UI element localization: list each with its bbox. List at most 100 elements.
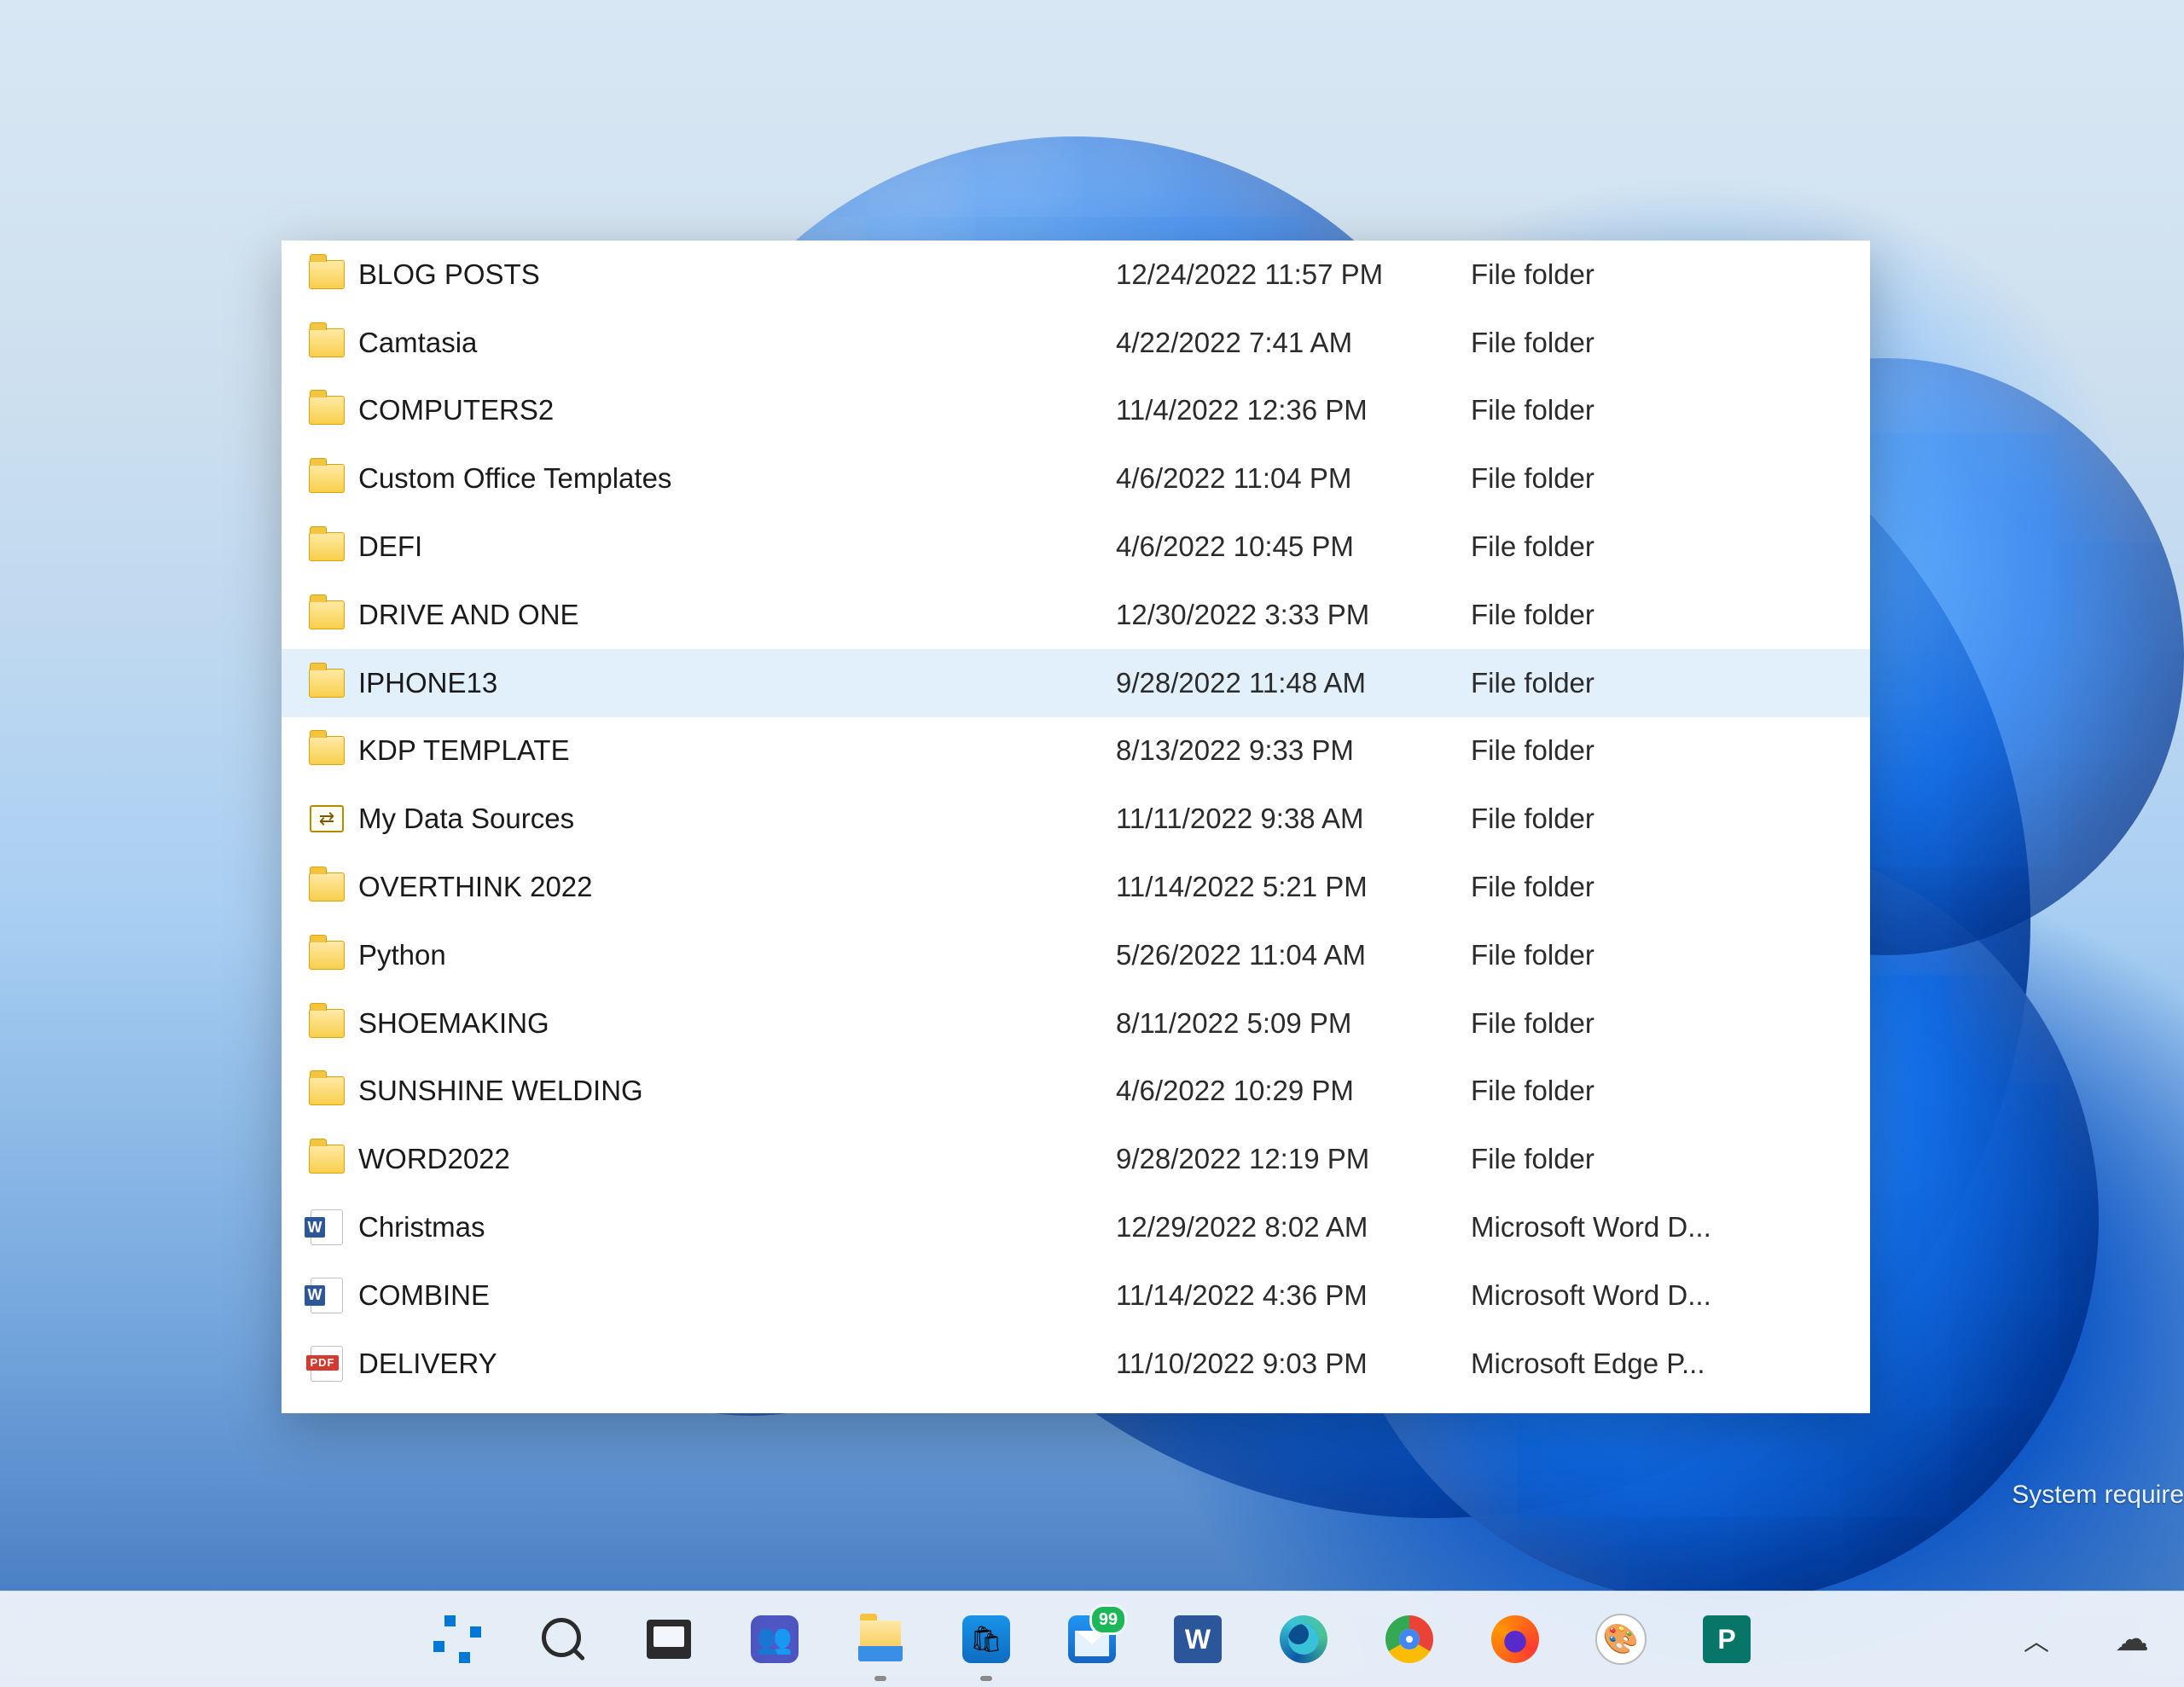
- folder-icon: [309, 1076, 345, 1105]
- publisher-icon: [1703, 1615, 1751, 1663]
- file-name: OVERTHINK 2022: [350, 871, 1116, 903]
- file-type: File folder: [1471, 1075, 1858, 1107]
- file-explorer-icon: [857, 1615, 904, 1663]
- edge-icon: [1280, 1615, 1327, 1663]
- file-type: File folder: [1471, 871, 1858, 903]
- file-name: Christmas: [350, 1211, 1116, 1244]
- file-date: 4/22/2022 7:41 AM: [1116, 327, 1471, 359]
- file-row[interactable]: OVERTHINK 202211/14/2022 5:21 PMFile fol…: [282, 853, 1870, 921]
- file-date: 4/6/2022 11:04 PM: [1116, 462, 1471, 495]
- taskbar-mail-button[interactable]: 99: [1055, 1603, 1129, 1676]
- file-row[interactable]: Christmas12/29/2022 8:02 AMMicrosoft Wor…: [282, 1193, 1870, 1261]
- taskbar-start-button[interactable]: [421, 1603, 494, 1676]
- folder-icon: [309, 669, 345, 698]
- file-name: SUNSHINE WELDING: [350, 1075, 1116, 1107]
- tray-onedrive-button[interactable]: [2095, 1603, 2169, 1676]
- taskbar-word-button[interactable]: [1161, 1603, 1234, 1676]
- word-icon: [311, 1278, 343, 1313]
- pdf-icon: [311, 1346, 343, 1382]
- file-type: Microsoft Word D...: [1471, 1211, 1858, 1244]
- taskbar-edge-button[interactable]: [1267, 1603, 1340, 1676]
- folder-icon: [309, 736, 345, 765]
- file-type: File folder: [1471, 258, 1858, 291]
- file-row[interactable]: DRIVE AND ONE12/30/2022 3:33 PMFile fold…: [282, 581, 1870, 649]
- file-name: DELIVERY: [350, 1348, 1116, 1380]
- file-row[interactable]: COMPUTERS211/4/2022 12:36 PMFile folder: [282, 377, 1870, 445]
- file-name: COMPUTERS2: [350, 394, 1116, 426]
- file-name: IPHONE13: [350, 667, 1116, 699]
- file-type: File folder: [1471, 462, 1858, 495]
- folder-icon: [309, 328, 345, 357]
- taskbar-firefox-button[interactable]: [1478, 1603, 1552, 1676]
- folder-icon: [309, 532, 345, 561]
- taskbar[interactable]: 99 ︿: [0, 1591, 2184, 1687]
- file-row[interactable]: DELIVERY11/10/2022 9:03 PMMicrosoft Edge…: [282, 1330, 1870, 1398]
- folder-icon: [309, 464, 345, 493]
- file-date: 4/6/2022 10:45 PM: [1116, 530, 1471, 563]
- file-date: 12/29/2022 8:02 AM: [1116, 1211, 1471, 1244]
- file-type: File folder: [1471, 530, 1858, 563]
- taskbar-chrome-button[interactable]: [1373, 1603, 1446, 1676]
- word-icon: [311, 1209, 343, 1245]
- chat-icon: [751, 1615, 799, 1663]
- task-view-icon: [647, 1620, 691, 1659]
- file-name: My Data Sources: [350, 803, 1116, 835]
- taskbar-teams-button[interactable]: [738, 1603, 811, 1676]
- file-row[interactable]: WORD20229/28/2022 12:19 PMFile folder: [282, 1125, 1870, 1193]
- file-list[interactable]: BLOG POSTS12/24/2022 11:57 PMFile folder…: [282, 241, 1870, 1398]
- file-row[interactable]: COMBINE11/14/2022 4:36 PMMicrosoft Word …: [282, 1261, 1870, 1330]
- file-row[interactable]: Custom Office Templates4/6/2022 11:04 PM…: [282, 444, 1870, 513]
- file-date: 5/26/2022 11:04 AM: [1116, 939, 1471, 971]
- windows-start-icon: [433, 1615, 481, 1663]
- file-explorer-window[interactable]: BLOG POSTS12/24/2022 11:57 PMFile folder…: [282, 241, 1870, 1413]
- running-indicator: [874, 1676, 886, 1681]
- file-row[interactable]: DEFI4/6/2022 10:45 PMFile folder: [282, 513, 1870, 581]
- file-row[interactable]: Python5/26/2022 11:04 AMFile folder: [282, 921, 1870, 989]
- file-row[interactable]: Camtasia4/22/2022 7:41 AMFile folder: [282, 309, 1870, 377]
- file-row[interactable]: My Data Sources11/11/2022 9:38 AMFile fo…: [282, 785, 1870, 853]
- file-name: WORD2022: [350, 1143, 1116, 1175]
- search-icon: [542, 1618, 584, 1661]
- file-name: KDP TEMPLATE: [350, 734, 1116, 767]
- cloud-icon: [2115, 1620, 2149, 1659]
- file-name: Python: [350, 939, 1116, 971]
- file-date: 11/14/2022 4:36 PM: [1116, 1279, 1471, 1312]
- paint-icon: [1595, 1614, 1647, 1665]
- file-type: File folder: [1471, 939, 1858, 971]
- file-type: File folder: [1471, 394, 1858, 426]
- chevron-up-icon: ︿: [2024, 1620, 2049, 1658]
- file-date: 8/13/2022 9:33 PM: [1116, 734, 1471, 767]
- taskbar-paint-button[interactable]: [1584, 1603, 1658, 1676]
- file-row[interactable]: SUNSHINE WELDING4/6/2022 10:29 PMFile fo…: [282, 1058, 1870, 1126]
- file-name: Camtasia: [350, 327, 1116, 359]
- folder-icon: [309, 1145, 345, 1174]
- taskbar-store-button[interactable]: [950, 1603, 1023, 1676]
- folder-icon: [309, 872, 345, 901]
- file-row[interactable]: IPHONE139/28/2022 11:48 AMFile folder: [282, 649, 1870, 717]
- file-date: 11/11/2022 9:38 AM: [1116, 803, 1471, 835]
- folder-icon: [309, 396, 345, 425]
- folder-icon: [309, 1009, 345, 1038]
- file-type: File folder: [1471, 327, 1858, 359]
- taskbar-explorer-button[interactable]: [844, 1603, 917, 1676]
- file-name: Custom Office Templates: [350, 462, 1116, 495]
- file-type: Microsoft Edge P...: [1471, 1348, 1858, 1380]
- file-name: COMBINE: [350, 1279, 1116, 1312]
- folder-icon: [309, 600, 345, 629]
- taskbar-taskview-button[interactable]: [632, 1603, 706, 1676]
- file-name: DRIVE AND ONE: [350, 599, 1116, 631]
- file-type: File folder: [1471, 1143, 1858, 1175]
- file-date: 11/14/2022 5:21 PM: [1116, 871, 1471, 903]
- file-date: 8/11/2022 5:09 PM: [1116, 1007, 1471, 1040]
- file-date: 9/28/2022 12:19 PM: [1116, 1143, 1471, 1175]
- file-name: DEFI: [350, 530, 1116, 563]
- file-type: File folder: [1471, 803, 1858, 835]
- file-row[interactable]: SHOEMAKING8/11/2022 5:09 PMFile folder: [282, 989, 1870, 1058]
- tray-overflow-button[interactable]: ︿: [2000, 1603, 2073, 1676]
- file-row[interactable]: BLOG POSTS12/24/2022 11:57 PMFile folder: [282, 241, 1870, 309]
- taskbar-search-button[interactable]: [526, 1603, 600, 1676]
- firefox-icon: [1491, 1615, 1539, 1663]
- file-date: 12/24/2022 11:57 PM: [1116, 258, 1471, 291]
- file-row[interactable]: KDP TEMPLATE8/13/2022 9:33 PMFile folder: [282, 717, 1870, 786]
- taskbar-publisher-button[interactable]: [1690, 1603, 1763, 1676]
